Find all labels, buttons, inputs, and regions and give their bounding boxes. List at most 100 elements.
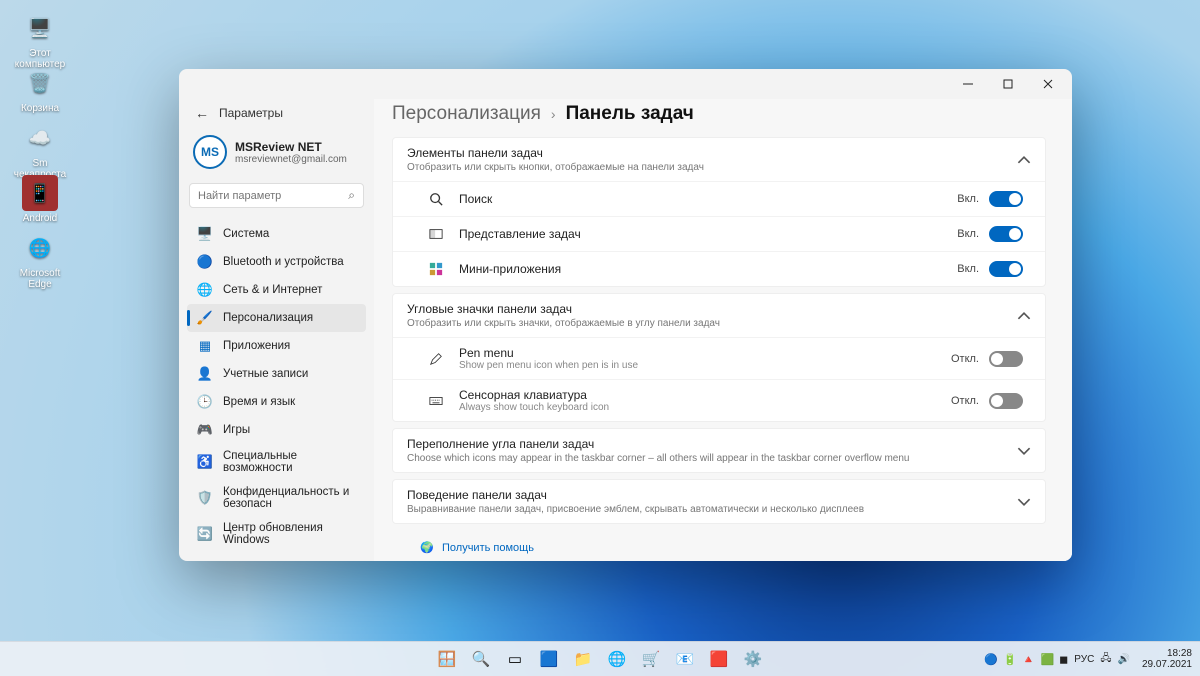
toggle-switch[interactable] bbox=[989, 261, 1023, 277]
desktop-icon[interactable]: ☁️Sm чекапроста bbox=[10, 120, 70, 180]
keyboard-icon bbox=[427, 392, 445, 410]
section-title: Угловые значки панели задач bbox=[407, 302, 720, 316]
taskbar-app[interactable]: 🟥 bbox=[704, 644, 734, 674]
nav-item[interactable]: 👤Учетные записи bbox=[187, 360, 366, 388]
window-titlebar bbox=[179, 69, 1072, 99]
tray-icon[interactable]: ◼ bbox=[1059, 653, 1068, 666]
desktop-icon[interactable]: 📱Android bbox=[10, 175, 70, 224]
nav-item[interactable]: ♿Специальные возможности bbox=[187, 444, 366, 480]
nav-icon: ♿ bbox=[197, 454, 213, 470]
taskbar-app[interactable]: 📧 bbox=[670, 644, 700, 674]
section-header[interactable]: Поведение панели задач Выравнивание пане… bbox=[393, 480, 1045, 523]
icon-label: Android bbox=[10, 213, 70, 224]
toggle-switch[interactable] bbox=[989, 226, 1023, 242]
chevron-up-icon bbox=[1017, 309, 1031, 323]
setting-row: Поиск Вкл. bbox=[393, 181, 1045, 216]
tray-icon[interactable]: 🔵 bbox=[984, 653, 998, 666]
nav-label: Сеть & и Интернет bbox=[223, 284, 322, 296]
tray-icon[interactable]: 🔺 bbox=[1022, 653, 1036, 666]
taskbar-right: 🔵 🔋 🔺 🟩 ◼ РУС 🖧 🔊 18:28 29.07.2021 bbox=[984, 648, 1192, 670]
nav-icon: 🔄 bbox=[197, 526, 213, 542]
nav-item[interactable]: 🖌️Персонализация bbox=[187, 304, 366, 332]
section-desc: Отобразить или скрыть кнопки, отображаем… bbox=[407, 162, 704, 173]
maximize-button[interactable] bbox=[988, 70, 1028, 98]
nav-item[interactable]: 🎮Игры bbox=[187, 416, 366, 444]
nav-label: Центр обновления Windows bbox=[223, 522, 356, 546]
section-header[interactable]: Переполнение угла панели задач Choose wh… bbox=[393, 429, 1045, 472]
crumb-current: Панель задач bbox=[566, 103, 694, 125]
icon-label: Корзина bbox=[10, 103, 70, 114]
nav-item[interactable]: 🔵 Bluetooth и устройства bbox=[187, 248, 366, 276]
widgets-icon bbox=[427, 260, 445, 278]
taskbar-app[interactable]: 📁 bbox=[568, 644, 598, 674]
section-corner-icons: Угловые значки панели задач Отобразить и… bbox=[392, 293, 1046, 422]
back-button[interactable]: ← bbox=[195, 105, 209, 121]
nav-item[interactable]: 🛡️Конфиденциальность и безопасн bbox=[187, 480, 366, 516]
toggle-switch[interactable] bbox=[989, 191, 1023, 207]
taskbar-center: 🪟🔍▭🟦📁🌐🛒📧🟥⚙️ bbox=[432, 644, 768, 674]
nav-icon: ▦ bbox=[197, 338, 213, 354]
nav-icon: 🕒 bbox=[197, 394, 213, 410]
toggle-state: Откл. bbox=[951, 395, 979, 407]
nav-list: 🖥️Система 🔵 Bluetooth и устройства 🌐Сеть & … bbox=[187, 220, 366, 552]
network-icon[interactable]: 🖧 bbox=[1100, 651, 1111, 668]
chevron-down-icon bbox=[1017, 444, 1031, 458]
section-title: Элементы панели задач bbox=[407, 146, 704, 160]
row-title: Поиск bbox=[459, 192, 957, 206]
nav-item[interactable]: 🕒Время и язык bbox=[187, 388, 366, 416]
desktop-icon[interactable]: 🌐Microsoft Edge bbox=[10, 230, 70, 290]
clock[interactable]: 18:28 29.07.2021 bbox=[1142, 648, 1192, 670]
taskbar-app[interactable]: 🔍 bbox=[466, 644, 496, 674]
desktop-icon[interactable]: 🗑️Корзина bbox=[10, 65, 70, 114]
taskbar-app[interactable]: ⚙️ bbox=[738, 644, 768, 674]
user-account[interactable]: MS MSReview NET msreviewnet@gmail.com bbox=[187, 131, 366, 179]
volume-icon[interactable]: 🔊 bbox=[1117, 654, 1129, 665]
taskbar-app[interactable]: 🌐 bbox=[602, 644, 632, 674]
nav-item[interactable]: ▦ Приложения bbox=[187, 332, 366, 360]
nav-item[interactable]: 🌐Сеть & и Интернет bbox=[187, 276, 366, 304]
nav-icon: 🔵 bbox=[197, 254, 213, 270]
section-header[interactable]: Угловые значки панели задач Отобразить и… bbox=[393, 294, 1045, 337]
nav-label: Приложения bbox=[223, 340, 290, 352]
nav-label: Bluetooth и устройства bbox=[223, 256, 344, 268]
section-behaviors: Поведение панели задач Выравнивание пане… bbox=[392, 479, 1046, 524]
taskbar-app[interactable]: 🟦 bbox=[534, 644, 564, 674]
crumb-parent[interactable]: Персонализация bbox=[392, 103, 541, 125]
search-box[interactable]: ⌕ bbox=[189, 183, 364, 208]
section-overflow: Переполнение угла панели задач Choose wh… bbox=[392, 428, 1046, 473]
setting-row: Представление задач Вкл. bbox=[393, 216, 1045, 251]
toggle-switch[interactable] bbox=[989, 393, 1023, 409]
toggle-state: Откл. bbox=[951, 353, 979, 365]
taskbar: 🪟🔍▭🟦📁🌐🛒📧🟥⚙️ 🔵 🔋 🔺 🟩 ◼ РУС 🖧 🔊 18:28 29.07.20… bbox=[0, 641, 1200, 676]
nav-icon: 🎮 bbox=[197, 422, 213, 438]
user-name: MSReview NET bbox=[235, 140, 347, 154]
get-help-link[interactable]: 🌍 Получить помощь bbox=[420, 538, 1040, 558]
toggle-switch[interactable] bbox=[989, 351, 1023, 367]
date: 29.07.2021 bbox=[1142, 659, 1192, 670]
nav-icon: 🖥️ bbox=[197, 226, 213, 242]
nav-icon: 🛡️ bbox=[197, 490, 213, 506]
system-tray[interactable]: 🔵 🔋 🔺 🟩 ◼ bbox=[984, 653, 1068, 666]
search-input[interactable] bbox=[198, 190, 348, 202]
nav-item[interactable]: 🔄 Центр обновления Windows bbox=[187, 516, 366, 552]
main-content: Персонализация › Панель задач Элементы п… bbox=[374, 99, 1072, 561]
close-button[interactable] bbox=[1028, 70, 1068, 98]
language-indicator[interactable]: РУС bbox=[1074, 654, 1094, 665]
desktop-icon[interactable]: 🖥️Этот компьютер bbox=[10, 10, 70, 70]
section-header[interactable]: Элементы панели задач Отобразить или скр… bbox=[393, 138, 1045, 181]
breadcrumb: Персонализация › Панель задач bbox=[392, 99, 1046, 137]
tray-icon[interactable]: 🔋 bbox=[1003, 653, 1017, 666]
tray-icon[interactable]: 🟩 bbox=[1040, 653, 1054, 666]
minimize-button[interactable] bbox=[948, 70, 988, 98]
link-label: Получить помощь bbox=[442, 542, 534, 554]
taskbar-app[interactable]: 🪟 bbox=[432, 644, 462, 674]
setting-row: Сенсорная клавиатура Always show touch k… bbox=[393, 379, 1045, 421]
taskbar-app[interactable]: ▭ bbox=[500, 644, 530, 674]
nav-icon: 👤 bbox=[197, 366, 213, 382]
row-subtitle: Always show touch keyboard icon bbox=[459, 402, 951, 413]
row-title: Представление задач bbox=[459, 227, 957, 241]
feedback-link[interactable]: 📣 Отправить отзыв bbox=[420, 558, 1040, 561]
avatar: MS bbox=[193, 135, 227, 169]
nav-item[interactable]: 🖥️Система bbox=[187, 220, 366, 248]
taskbar-app[interactable]: 🛒 bbox=[636, 644, 666, 674]
